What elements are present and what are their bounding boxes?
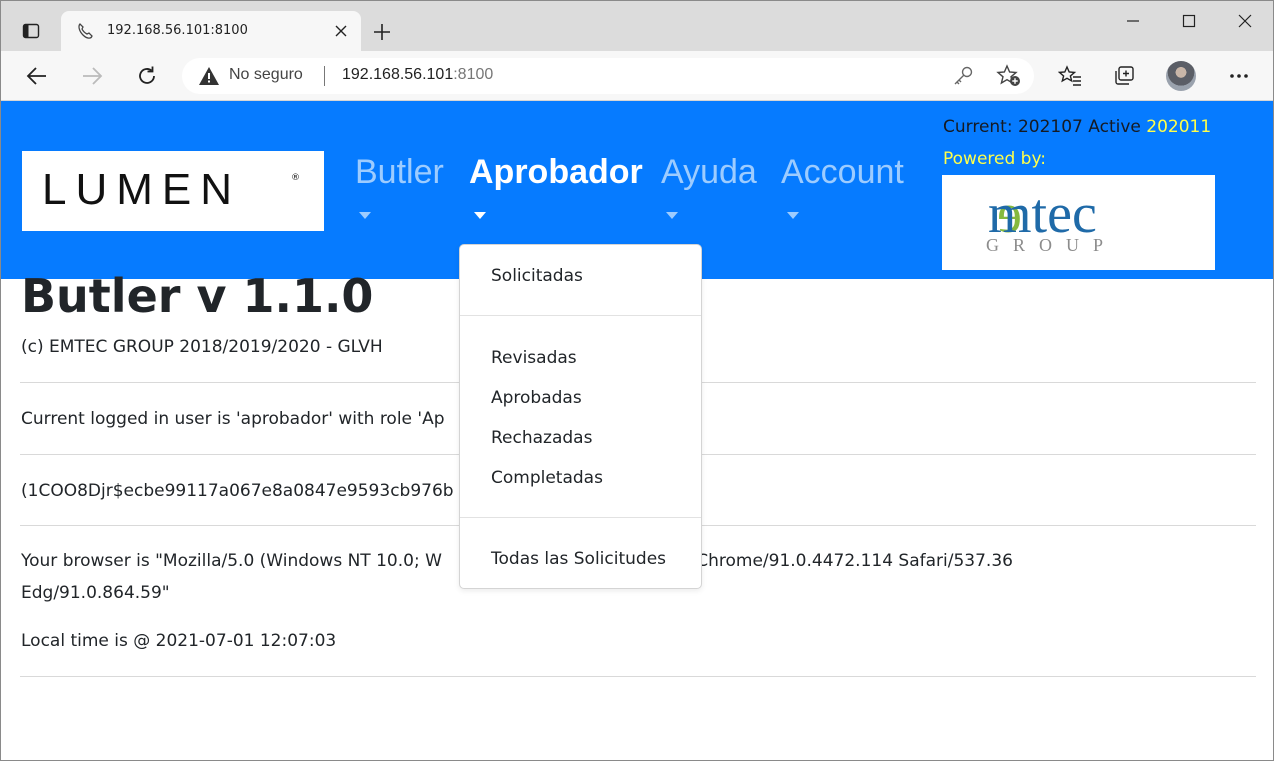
minimize-icon[interactable] bbox=[1118, 9, 1148, 33]
browser-tab[interactable]: 192.168.56.101:8100 bbox=[61, 11, 361, 51]
refresh-icon[interactable] bbox=[131, 61, 163, 91]
add-favorite-icon[interactable] bbox=[996, 64, 1022, 88]
forward-icon[interactable] bbox=[76, 61, 108, 91]
session-token-text: (1COO8Djr$ecbe99117a067e8a0847e9593cb976… bbox=[21, 481, 454, 501]
page-title: Butler v 1.1.0 bbox=[21, 269, 374, 323]
caret-down-icon[interactable] bbox=[787, 212, 799, 219]
dropdown-divider bbox=[460, 315, 701, 316]
collections-icon[interactable] bbox=[1109, 61, 1141, 91]
local-time-text: Local time is @ 2021-07-01 12:07:03 bbox=[21, 631, 337, 651]
dropdown-item-completadas[interactable]: Completadas bbox=[491, 468, 603, 488]
tab-bar: 192.168.56.101:8100 bbox=[1, 1, 1273, 51]
registered-mark: ® bbox=[291, 173, 300, 183]
browser-window: 192.168.56.101:8100 No seguro 192.168.56… bbox=[0, 0, 1274, 761]
profile-avatar[interactable] bbox=[1166, 61, 1196, 91]
tab-title: 192.168.56.101:8100 bbox=[107, 23, 248, 38]
url-port: :8100 bbox=[453, 66, 494, 83]
dropdown-item-revisadas[interactable]: Revisadas bbox=[491, 348, 577, 368]
user-agent-text-line2: Edg/91.0.864.59" bbox=[21, 583, 170, 603]
maximize-icon[interactable] bbox=[1174, 9, 1204, 33]
security-label[interactable]: No seguro bbox=[229, 66, 303, 84]
lumen-logo-text: LUMEN bbox=[42, 165, 242, 214]
address-bar[interactable]: No seguro 192.168.56.101:8100 bbox=[182, 58, 1034, 94]
back-icon[interactable] bbox=[21, 61, 53, 91]
more-menu-icon[interactable] bbox=[1223, 61, 1255, 91]
menu-aprobador[interactable]: Aprobador bbox=[469, 153, 643, 192]
web-page: LUMEN ® Butler Aprobador Ayuda Account C… bbox=[1, 101, 1273, 760]
aprobador-dropdown-menu: Solicitadas Revisadas Aprobadas Rechazad… bbox=[459, 244, 702, 589]
dropdown-divider bbox=[460, 517, 701, 518]
dropdown-item-todas[interactable]: Todas las Solicitudes bbox=[491, 549, 666, 569]
caret-down-icon[interactable] bbox=[474, 212, 486, 219]
warning-icon bbox=[199, 67, 219, 85]
navigation-bar: No seguro 192.168.56.101:8100 bbox=[1, 51, 1273, 101]
lumen-logo[interactable]: LUMEN ® bbox=[22, 151, 324, 231]
phone-favicon-icon bbox=[75, 21, 95, 41]
address-separator bbox=[324, 66, 325, 86]
dropdown-item-aprobadas[interactable]: Aprobadas bbox=[491, 388, 582, 408]
logged-user-text: Current logged in user is 'aprobador' wi… bbox=[21, 409, 445, 429]
tab-actions-icon[interactable] bbox=[13, 13, 49, 49]
dropdown-item-solicitadas[interactable]: Solicitadas bbox=[491, 266, 583, 286]
menu-butler[interactable]: Butler bbox=[355, 153, 444, 192]
active-period-value: 202011 bbox=[1146, 117, 1212, 137]
menu-ayuda[interactable]: Ayuda bbox=[661, 153, 757, 192]
emtec-logo[interactable]: e mtec GROUP bbox=[942, 175, 1215, 270]
menu-account[interactable]: Account bbox=[781, 153, 904, 192]
divider bbox=[20, 676, 1256, 677]
close-window-icon[interactable] bbox=[1230, 9, 1260, 33]
caret-down-icon[interactable] bbox=[359, 212, 371, 219]
current-period-label: Current: 202107 Active bbox=[943, 117, 1141, 137]
favorites-icon[interactable] bbox=[1054, 61, 1086, 91]
url-text[interactable]: 192.168.56.101:8100 bbox=[342, 66, 493, 84]
close-tab-icon[interactable] bbox=[331, 21, 351, 41]
user-agent-part-1: Your browser is "Mozilla/5.0 (Windows NT… bbox=[21, 551, 442, 571]
caret-down-icon[interactable] bbox=[666, 212, 678, 219]
period-info: Current: 202107 Active 202011 bbox=[943, 117, 1211, 137]
emtec-logo-sub: GROUP bbox=[986, 235, 1117, 255]
key-icon[interactable] bbox=[952, 65, 974, 87]
copyright-text: (c) EMTEC GROUP 2018/2019/2020 - GLVH bbox=[21, 337, 383, 357]
dropdown-item-rechazadas[interactable]: Rechazadas bbox=[491, 428, 592, 448]
url-host: 192.168.56.101 bbox=[342, 66, 454, 83]
powered-by-label: Powered by: bbox=[943, 149, 1047, 169]
new-tab-icon[interactable] bbox=[369, 19, 395, 45]
